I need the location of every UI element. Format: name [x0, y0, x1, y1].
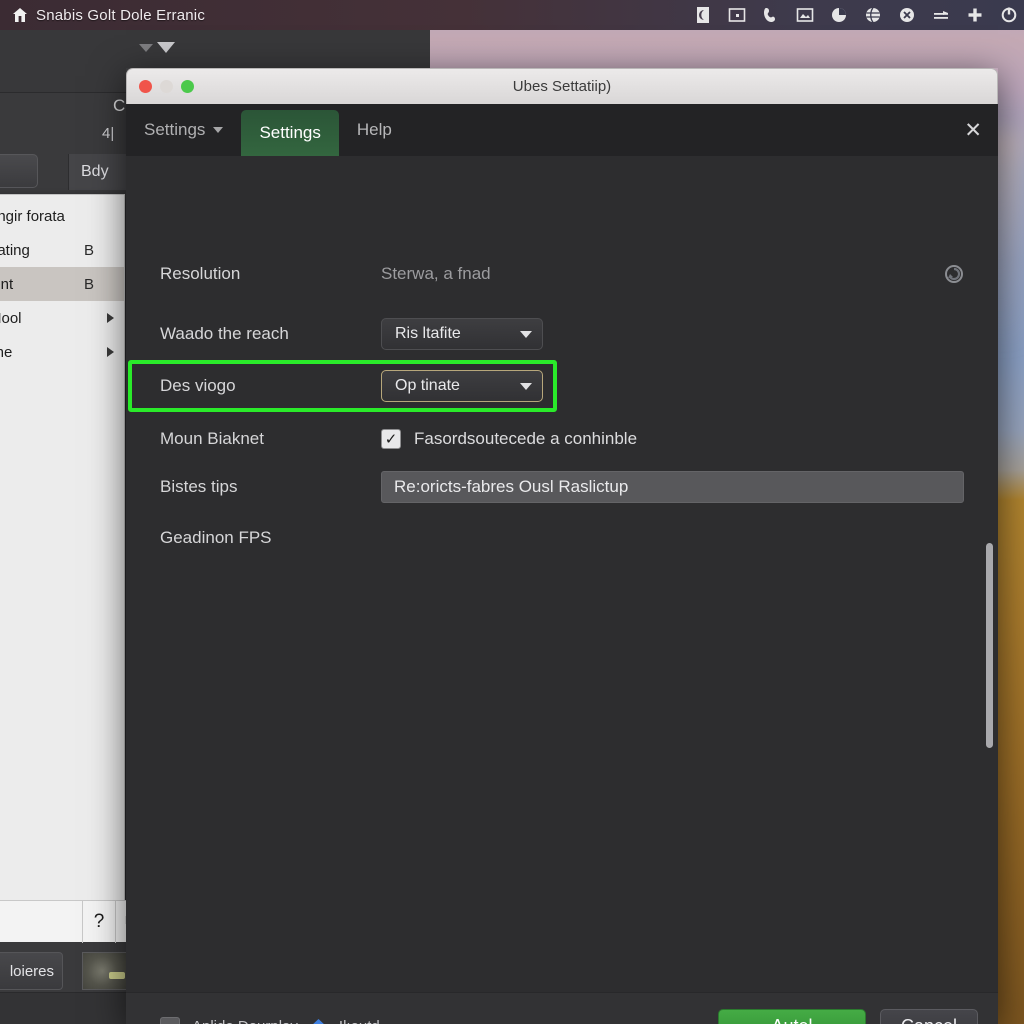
bistes-tips-input[interactable]: Re:oricts-fabres Ousl Raslictup — [381, 471, 964, 503]
dialog-titlebar: Ubes Settatiip) — [126, 68, 998, 104]
dialog-scrollbar-thumb[interactable] — [986, 543, 993, 748]
context-menu-item[interactable]: Mool — [0, 301, 124, 335]
app-glyph-fragment: 4| — [102, 125, 115, 142]
home-icon — [12, 7, 28, 23]
photo-icon[interactable] — [796, 6, 814, 24]
app-wide-button[interactable]: loieres — [0, 952, 63, 990]
system-top-bar: Snabis Golt Dole Erranic — [0, 0, 1024, 30]
footer-left-group: Aplide Dourplay Ilıeutd — [160, 1016, 380, 1024]
settings-dialog: Ubes Settatiip) Settings Settings Help ✕… — [126, 68, 998, 1024]
refresh-icon[interactable] — [944, 264, 964, 284]
power-icon[interactable] — [1000, 6, 1018, 24]
context-menu-empty-area — [0, 369, 124, 929]
row-resolution-value: Sterwa, a fnad — [381, 264, 491, 283]
context-menu-item[interactable]: eating B — [0, 233, 124, 267]
row-window-reach: Waado the reach Ris ltafite — [126, 308, 998, 360]
submenu-arrow-icon — [107, 347, 114, 357]
dialog-tabbar: Settings Settings Help ✕ — [126, 104, 998, 156]
close-circle-icon[interactable] — [898, 6, 916, 24]
des-viogo-dropdown-value: Op tinate — [395, 377, 460, 394]
row-moun-biaknet: Moun Biaknet ✓ Fasordsoutecede a conhinb… — [126, 413, 998, 465]
row-des-viogo: Des viogo Op tinate — [126, 360, 998, 412]
tab-help[interactable]: Help — [339, 104, 410, 156]
footer-actions: Autel Cancel — [718, 1008, 978, 1024]
context-menu-item-label: lent — [0, 275, 14, 293]
phone-icon[interactable] — [762, 6, 780, 24]
aplide-dourplay-label: Aplide Dourplay — [192, 1018, 298, 1024]
close-icon[interactable]: ✕ — [964, 104, 982, 156]
row-des-viogo-label: Des viogo — [160, 376, 236, 395]
footer-link-label[interactable]: Ilıeutd — [339, 1018, 380, 1024]
moon-icon[interactable] — [694, 6, 712, 24]
thumbnail-tile[interactable] — [82, 952, 130, 990]
dialog-footer: Aplide Dourplay Ilıeutd Autel Cancel — [126, 992, 998, 1024]
help-button[interactable]: ? — [82, 901, 116, 943]
context-menu-item-label: Mool — [0, 309, 22, 327]
row-window-reach-label: Waado the reach — [160, 324, 289, 343]
system-tray — [694, 6, 1024, 24]
app-toolbar-button[interactable] — [0, 154, 38, 188]
context-menu-item[interactable]: engir forata — [0, 199, 124, 233]
row-geadinon-fps: Geadinon FPS — [126, 512, 998, 564]
context-menu-item-label: line — [0, 343, 13, 361]
list-icon[interactable] — [932, 6, 950, 24]
app-text-fragment-c: C — [113, 96, 126, 115]
screen: Snabis Golt Dole Erranic C 4| Bdy ngir f… — [0, 0, 1024, 1024]
chevron-down-icon — [520, 330, 532, 338]
chevron-down-icon — [520, 382, 532, 390]
plus-icon[interactable] — [966, 6, 984, 24]
context-menu-item-shortcut: B — [83, 241, 94, 259]
globe-icon[interactable] — [864, 6, 882, 24]
tab-settings-menu[interactable]: Settings — [126, 104, 241, 156]
des-viogo-dropdown[interactable]: Op tinate — [381, 370, 543, 402]
tab-settings-label: Settings — [259, 123, 321, 142]
row-resolution-label: Resolution — [160, 264, 241, 283]
bistes-tips-input-value: Re:oricts-fabres Ousl Raslictup — [394, 477, 629, 496]
context-menu-item[interactable]: lent B — [0, 267, 124, 301]
window-reach-dropdown[interactable]: Ris ltafite — [381, 318, 543, 350]
aplide-dourplay-checkbox[interactable] — [160, 1016, 180, 1024]
system-title: Snabis Golt Dole Erranic — [36, 6, 206, 24]
dialog-scrollbar[interactable] — [986, 156, 996, 992]
submenu-arrow-icon — [107, 313, 114, 323]
context-menu-item-label: engir forata — [0, 207, 65, 225]
context-menu-item-label: eating — [0, 241, 30, 259]
window-reach-dropdown-value: Ris ltafite — [395, 325, 461, 342]
cancel-button[interactable]: Cancel — [880, 1008, 978, 1024]
display-icon[interactable] — [728, 6, 746, 24]
row-resolution: Resolution Sterwa, a fnad — [126, 248, 998, 300]
caret-small-icon[interactable] — [139, 44, 153, 52]
row-bistes-tips-label: Bistes tips — [160, 477, 238, 496]
context-menu-item[interactable]: line — [0, 335, 124, 369]
tab-help-label: Help — [356, 120, 392, 139]
row-geadinon-fps-label: Geadinon FPS — [160, 528, 272, 547]
context-menu-item-shortcut: B — [83, 275, 94, 293]
tab-settings[interactable]: Settings — [241, 110, 339, 156]
caret-large-icon[interactable] — [157, 42, 175, 53]
pie-chart-icon[interactable] — [830, 6, 848, 24]
tab-settings-menu-label: Settings — [144, 120, 206, 139]
row-bistes-tips: Bistes tips Re:oricts-fabres Ousl Raslic… — [126, 461, 998, 513]
home-icon — [310, 1018, 327, 1024]
context-menu: engir forata eating B lent B Mool line — [0, 194, 125, 930]
row-moun-biaknet-label: Moun Biaknet — [160, 429, 264, 448]
dialog-body: Resolution Sterwa, a fnad Waado the reac… — [126, 156, 998, 992]
moun-biaknet-checkbox-label: Fasordsoutecede a conhinble — [414, 429, 638, 448]
dialog-title: Ubes Settatiip) — [512, 78, 612, 95]
confirm-button[interactable]: Autel — [718, 1008, 866, 1024]
chevron-down-icon — [213, 127, 224, 133]
moun-biaknet-checkbox[interactable]: ✓ — [381, 429, 401, 449]
